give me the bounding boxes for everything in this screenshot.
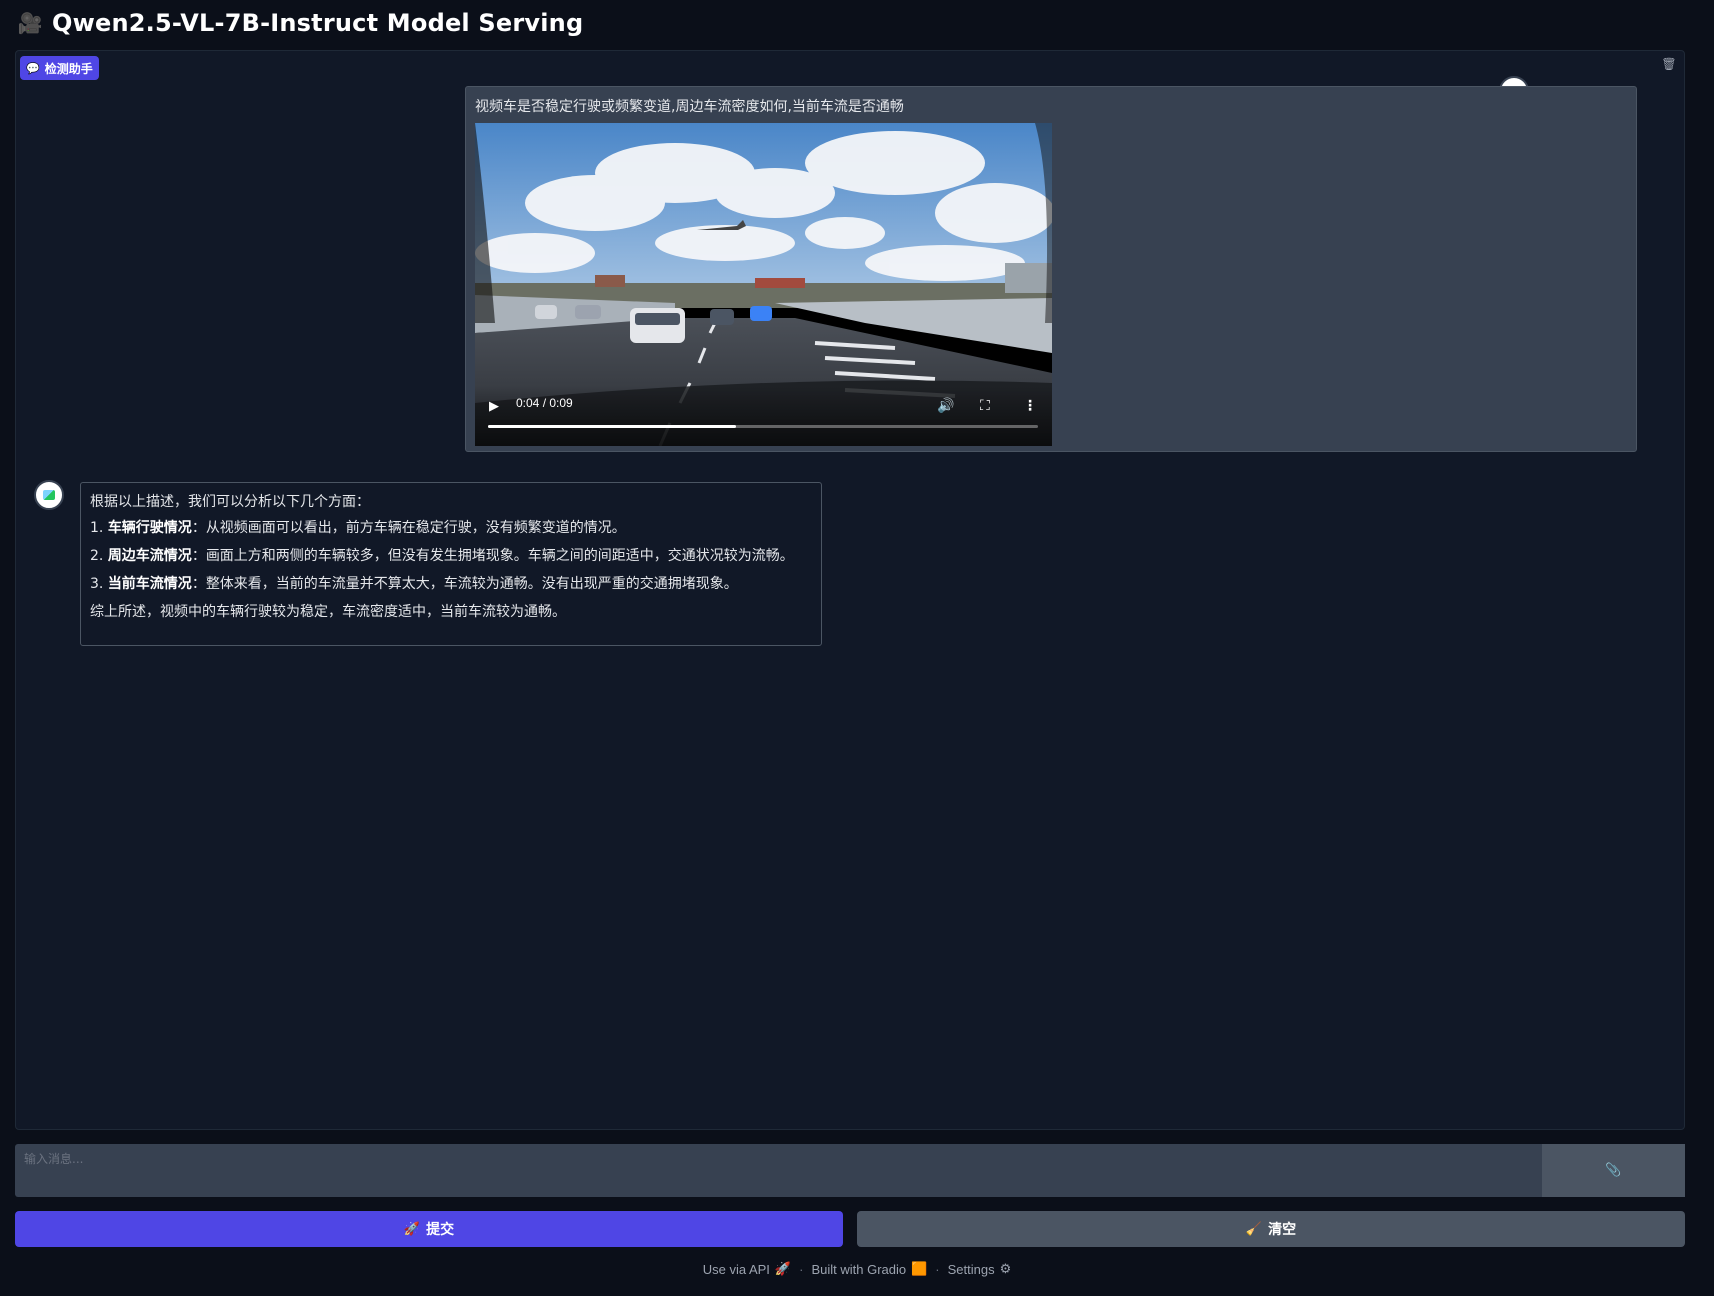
more-options-icon[interactable]: ⋮ [1023, 398, 1037, 414]
built-with-gradio-link[interactable]: Built with Gradio 🟧 [811, 1261, 927, 1277]
user-message-text: 视频车是否稳定行驶或频繁变道,周边车流密度如何,当前车流是否通畅 [475, 99, 904, 115]
point-number: 2. [90, 548, 104, 564]
use-via-api-label: Use via API [702, 1261, 770, 1277]
chatbot-label-text: 检测助手 [44, 61, 93, 76]
point-separator: ： [191, 548, 206, 564]
bot-summary: 综上所述，视频中的车辆行驶较为稳定，车流密度适中，当前车流较为通畅。 [90, 604, 566, 620]
point-separator: ： [191, 576, 206, 592]
point-number: 3. [90, 576, 104, 592]
chatbot-label: 💬 检测助手 [20, 56, 99, 80]
volume-icon[interactable]: 🔊 [937, 398, 954, 414]
chatbot-panel[interactable]: 💬 检测助手 🗑 视频车是否稳定行驶或频繁变道,周边车流密度如何,当前车流是否通… [15, 50, 1685, 1130]
user-message: 视频车是否稳定行驶或频繁变道,周边车流密度如何,当前车流是否通畅 ▶ 0:04 … [465, 86, 1637, 452]
footer: Use via API 🚀 · Built with Gradio 🟧 · Se… [0, 1261, 1714, 1277]
gradio-logo-icon: 🟧 [911, 1261, 928, 1276]
video-time: 0:04 / 0:09 [516, 396, 573, 410]
point-text: 画面上方和两侧的车辆较多，但没有发生拥堵现象。车辆之间的间距适中，交通状况较为流… [205, 548, 794, 564]
clear-button[interactable]: 🧹 清空 [857, 1211, 1685, 1247]
fullscreen-icon[interactable]: ⛶ [980, 398, 990, 414]
app-header: 🎥 Qwen2.5-VL-7B-Instruct Model Serving [17, 4, 584, 42]
rocket-icon: 🚀 [403, 1221, 421, 1237]
rocket-icon: 🚀 [774, 1261, 792, 1276]
clear-button-label: 清空 [1268, 1222, 1297, 1238]
bot-message: 根据以上描述，我们可以分析以下几个方面： 1. 车辆行驶情况：从视频画面可以看出… [80, 482, 822, 646]
bot-intro: 根据以上描述，我们可以分析以下几个方面： [90, 494, 370, 510]
footer-separator: · [935, 1261, 940, 1277]
point-title: 车辆行驶情况 [107, 520, 192, 536]
message-input-row: 📎 [15, 1144, 1685, 1197]
point-number: 1. [90, 520, 104, 536]
footer-separator: · [799, 1261, 804, 1277]
built-with-gradio-label: Built with Gradio [811, 1261, 907, 1277]
video-progress-fill [488, 425, 736, 428]
message-input[interactable] [15, 1144, 1542, 1197]
point-title: 周边车流情况 [107, 548, 192, 564]
video-camera-icon: 🎥 [17, 11, 43, 35]
settings-label: Settings [947, 1261, 995, 1277]
paperclip-icon[interactable]: 📎 [1542, 1144, 1685, 1197]
bot-point-3: 3. 当前车流情况：整体来看，当前的车流量并不算太大，车流较为通畅。没有出现严重… [90, 574, 812, 594]
submit-button[interactable]: 🚀 提交 [15, 1211, 843, 1247]
video-progress-bar[interactable] [488, 425, 1038, 428]
submit-button-label: 提交 [426, 1222, 455, 1238]
page-title: Qwen2.5-VL-7B-Instruct Model Serving [52, 9, 584, 37]
trash-icon[interactable]: 🗑 [1660, 55, 1678, 73]
broom-icon: 🧹 [1245, 1221, 1263, 1237]
bot-avatar [34, 480, 64, 510]
point-text: 整体来看，当前的车流量并不算太大，车流较为通畅。没有出现严重的交通拥堵现象。 [205, 576, 738, 592]
point-title: 当前车流情况 [107, 576, 192, 592]
play-icon[interactable]: ▶ [489, 399, 499, 414]
bot-point-1: 1. 车辆行驶情况：从视频画面可以看出，前方车辆在稳定行驶，没有频繁变道的情况。 [90, 518, 812, 538]
video-player[interactable]: ▶ 0:04 / 0:09 🔊 ⛶ ⋮ [475, 123, 1052, 446]
gear-icon: ⚙ [999, 1261, 1012, 1276]
app-root: 🎥 Qwen2.5-VL-7B-Instruct Model Serving 💬… [0, 0, 1714, 1296]
video-controls: ▶ 0:04 / 0:09 🔊 ⛶ ⋮ [475, 386, 1052, 446]
point-separator: ： [191, 520, 206, 536]
bot-point-2: 2. 周边车流情况：画面上方和两侧的车辆较多，但没有发生拥堵现象。车辆之间的间距… [90, 546, 812, 566]
point-text: 从视频画面可以看出，前方车辆在稳定行驶，没有频繁变道的情况。 [205, 520, 626, 536]
settings-link[interactable]: Settings ⚙ [948, 1261, 1012, 1277]
chat-bubble-icon: 💬 [26, 61, 40, 75]
use-via-api-link[interactable]: Use via API 🚀 [703, 1261, 791, 1277]
